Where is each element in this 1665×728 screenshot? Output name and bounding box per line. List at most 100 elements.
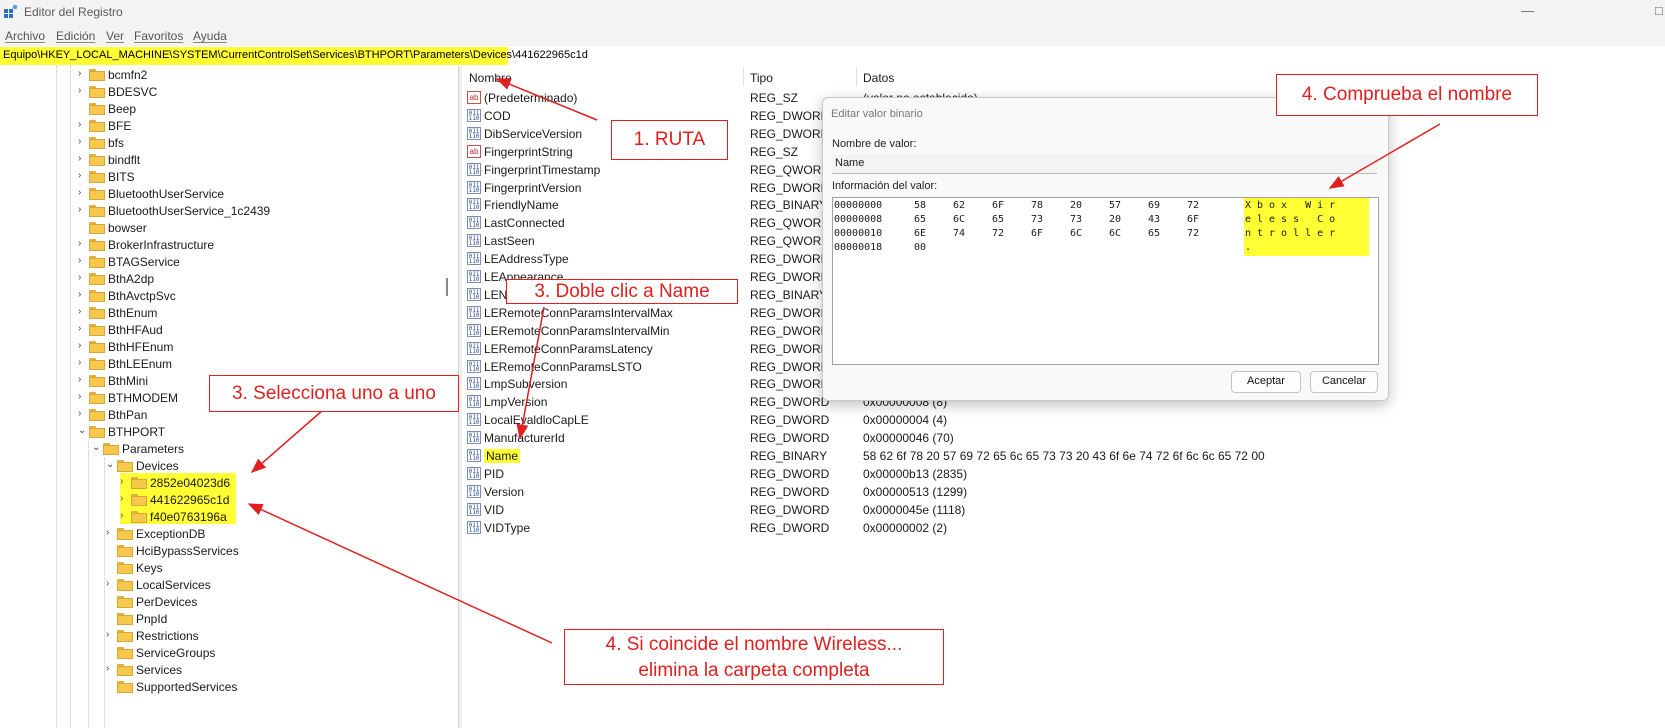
tree-item-label: f40e0763196a (150, 510, 227, 524)
ascii-line: Xbox Wir (1245, 200, 1342, 211)
chevron-right-icon[interactable]: › (78, 306, 88, 317)
value-row[interactable]: 011 110 VIDType REG_DWORD 0x00000002 (2) (462, 519, 1665, 537)
hex-byte[interactable]: 78 (1031, 200, 1043, 211)
hex-byte[interactable]: 72 (1187, 200, 1199, 211)
hex-byte[interactable]: 74 (953, 228, 965, 239)
value-row[interactable]: 011 110 Version REG_DWORD 0x00000513 (1299) (462, 483, 1665, 501)
address-bar[interactable]: Equipo\HKEY_LOCAL_MACHINE\SYSTEM\Current… (0, 46, 1665, 67)
menu-ver[interactable]: Ver (106, 29, 124, 43)
chevron-right-icon[interactable]: › (106, 663, 116, 674)
chevron-right-icon[interactable]: › (78, 187, 88, 198)
hex-byte[interactable]: 73 (1070, 214, 1082, 225)
chevron-right-icon[interactable]: › (78, 153, 88, 164)
chevron-right-icon[interactable]: › (78, 323, 88, 334)
hex-byte[interactable]: 6C (1109, 228, 1121, 239)
hex-byte[interactable]: 6F (1187, 214, 1199, 225)
hex-byte[interactable]: 6C (1070, 228, 1082, 239)
ok-button[interactable]: Aceptar (1231, 371, 1301, 393)
chevron-right-icon[interactable]: › (78, 204, 88, 215)
column-separator[interactable] (856, 68, 857, 86)
folder-icon (117, 545, 133, 557)
hex-byte[interactable]: 6F (992, 200, 1004, 211)
hex-byte[interactable]: 65 (992, 214, 1004, 225)
hex-byte[interactable]: 72 (1187, 228, 1199, 239)
chevron-right-icon[interactable]: › (106, 527, 116, 538)
hex-byte[interactable]: 62 (953, 200, 965, 211)
tree-item-label: bfs (108, 136, 125, 150)
column-tipo[interactable]: Tipo (750, 71, 773, 85)
folder-icon (89, 137, 105, 149)
chevron-right-icon[interactable]: › (78, 272, 88, 283)
chevron-right-icon[interactable]: › (78, 119, 88, 130)
hex-row[interactable]: 00000018 00 (833, 242, 1378, 256)
hex-byte[interactable]: 65 (914, 214, 926, 225)
chevron-right-icon[interactable]: › (120, 493, 130, 504)
hex-byte[interactable]: 00 (914, 242, 926, 253)
hex-byte[interactable]: 6C (953, 214, 965, 225)
callout-elimina: 4. Si coincide el nombre Wireless... eli… (564, 629, 944, 685)
value-type: REG_DWORD (750, 108, 830, 123)
hex-byte[interactable]: 20 (1109, 214, 1121, 225)
chevron-down-icon[interactable]: ⌄ (106, 459, 116, 470)
value-name: DibServiceVersion (484, 126, 583, 141)
value-name: LERemoteConnParamsIntervalMin (484, 323, 670, 338)
folder-icon (117, 562, 133, 574)
value-row[interactable]: 011 110 ManufacturerId REG_DWORD 0x00000046… (462, 429, 1665, 447)
window-title: Editor del Registro (24, 5, 123, 19)
chevron-down-icon[interactable]: ⌄ (92, 442, 102, 453)
hex-byte[interactable]: 6E (914, 228, 926, 239)
hex-byte[interactable]: 57 (1109, 200, 1121, 211)
hex-byte[interactable]: 73 (1031, 214, 1043, 225)
chevron-right-icon[interactable]: › (120, 510, 130, 521)
value-row[interactable]: 011 110 PID REG_DWORD 0x00000b13 (2835) (462, 465, 1665, 483)
column-datos[interactable]: Datos (863, 71, 894, 85)
tree-item-label: BITS (108, 170, 135, 184)
hex-byte[interactable]: 6F (1031, 228, 1043, 239)
ascii-line: . (1245, 242, 1258, 253)
chevron-right-icon[interactable]: › (106, 578, 116, 589)
chevron-right-icon[interactable]: › (78, 357, 88, 368)
address-path[interactable]: Equipo\HKEY_LOCAL_MACHINE\SYSTEM\Current… (3, 49, 588, 61)
chevron-right-icon[interactable]: › (78, 340, 88, 351)
chevron-right-icon[interactable]: › (78, 68, 88, 79)
chevron-right-icon[interactable]: › (78, 136, 88, 147)
chevron-right-icon[interactable]: › (78, 391, 88, 402)
chevron-right-icon[interactable]: › (78, 408, 88, 419)
hex-editor[interactable]: 00000000 58 62 6F 78 20 57 69 72 00000008 65 6C 65 73… (832, 197, 1379, 365)
hex-byte[interactable]: 65 (1148, 228, 1160, 239)
column-nombre[interactable]: Nombre (469, 71, 512, 85)
value-type: REG_BINARY (750, 287, 828, 302)
folder-icon (89, 171, 105, 183)
chevron-right-icon[interactable]: › (78, 374, 88, 385)
minimize-button[interactable]: — (1521, 3, 1534, 18)
hex-byte[interactable]: 72 (992, 228, 1004, 239)
chevron-down-icon[interactable]: ⌄ (78, 425, 88, 436)
hex-byte[interactable]: 58 (914, 200, 926, 211)
menu-edicion[interactable]: Edición (56, 29, 95, 43)
value-row[interactable]: 011 110 Name REG_BINARY 58 62 6f 78 20 57 6… (462, 447, 1665, 465)
value-row[interactable]: 011 110 LocalEvaldloCapLE REG_DWORD 0x00000… (462, 411, 1665, 429)
value-name: PID (484, 466, 505, 481)
hex-byte[interactable]: 69 (1148, 200, 1160, 211)
chevron-right-icon[interactable]: › (78, 85, 88, 96)
chevron-right-icon[interactable]: › (78, 170, 88, 181)
chevron-right-icon[interactable]: › (78, 238, 88, 249)
chevron-right-icon[interactable]: › (78, 289, 88, 300)
hex-byte[interactable]: 43 (1148, 214, 1160, 225)
tree-guide (56, 66, 58, 728)
chevron-right-icon[interactable]: › (120, 476, 130, 487)
tree-item-label: bcmfn2 (108, 68, 148, 82)
value-row[interactable]: 011 110 VID REG_DWORD 0x0000045e (1118) (462, 501, 1665, 519)
hex-byte[interactable]: 20 (1070, 200, 1082, 211)
maximize-button[interactable]: □ (1655, 3, 1663, 18)
column-separator[interactable] (743, 68, 744, 86)
value-data: 58 62 6f 78 20 57 69 72 65 6c 65 73 73 2… (863, 449, 1265, 463)
menu-favoritos[interactable]: Favoritos (134, 29, 183, 43)
cancel-button[interactable]: Cancelar (1310, 371, 1378, 393)
callout-ruta: 1. RUTA (611, 120, 728, 160)
chevron-right-icon[interactable]: › (106, 629, 116, 640)
menu-archivo[interactable]: Archivo (5, 29, 45, 43)
tree-scrollbar-thumb[interactable] (446, 278, 448, 296)
menu-ayuda[interactable]: Ayuda (193, 29, 227, 43)
chevron-right-icon[interactable]: › (78, 255, 88, 266)
